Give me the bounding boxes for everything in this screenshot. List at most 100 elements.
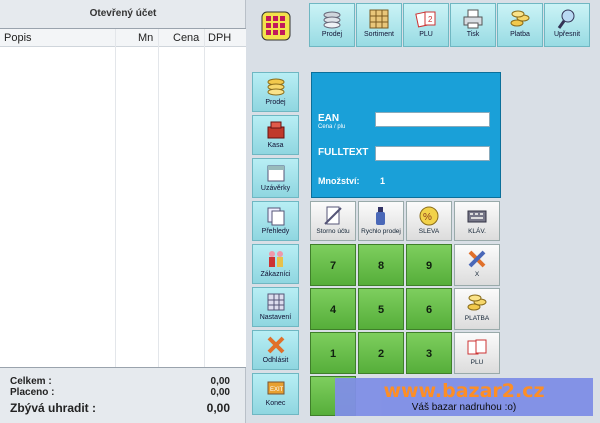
toolbar-platba-button[interactable]: Platba [497,3,543,47]
zbyva-value: 0,00 [206,401,230,415]
coins-stack-icon [510,10,530,27]
coins-icon [323,11,341,29]
input-panel: EAN Cena / plu FULLTEXT Množství: 1 [311,72,501,198]
mnozstvi-label: Množství: [318,176,360,186]
app-logo [256,6,296,46]
ean-sublabel: Cena / plu [318,124,346,130]
nav-odhlasit-button[interactable]: Odhlásit [252,330,299,370]
nav-label: Uzávěrky [260,185,291,192]
customers-icon [268,251,283,267]
receipt-panel: Otevřený účet Popis Mn Cena DPH Celkem :… [0,0,246,423]
svg-text:2: 2 [428,15,433,24]
key-1[interactable]: 1 [310,332,356,374]
x-icon [468,250,486,268]
keyboard-icon [467,210,487,223]
calendar-icon [267,165,284,182]
documents-icon [267,207,284,226]
fulltext-label: FULLTEXT [318,147,369,158]
toolbar-upresnit-button[interactable]: Upřesnit [544,3,590,47]
grid-divider [204,29,205,367]
ean-input[interactable] [375,112,490,127]
mnozstvi-value[interactable]: 1 [380,176,385,186]
bottle-icon [376,207,385,225]
shelves-icon [369,9,389,29]
printer-icon [463,9,483,29]
key-6[interactable]: 6 [406,288,452,330]
toolbar-label: Upřesnit [553,31,581,38]
fulltext-input[interactable] [375,146,490,161]
fkey-label: SLEVA [418,228,440,235]
toolbar-tisk-button[interactable]: Tisk [450,3,496,47]
nav-zakaznici-button[interactable]: Zákazníci [252,244,299,284]
storno-uctu-button[interactable]: Storno účtu [310,201,356,241]
fkey-label: KLÁV. [468,228,486,235]
key-5[interactable]: 5 [358,288,404,330]
magnifier-icon [557,9,575,29]
nav-label: Odhlásit [262,357,289,364]
plu-cards-icon: 2 [415,11,436,28]
placeno-value: 0,00 [210,387,230,398]
key-2[interactable]: 2 [358,332,404,374]
nav-uzaverky-button[interactable]: Uzávěrky [252,158,299,198]
nav-nastaveni-button[interactable]: Nastavení [252,287,299,327]
column-mn[interactable]: Mn [138,29,158,47]
plu-button[interactable]: PLU [454,332,500,374]
column-cena[interactable]: Cena [173,29,203,47]
watermark-banner: www.bazar2.cz Váš bazar nadruhou :o) [335,378,593,416]
svg-text:%: % [423,212,432,223]
storno-icon [324,206,342,225]
coins-stack-icon [467,294,487,311]
key-3[interactable]: 3 [406,332,452,374]
receipt-title: Otevřený účet [89,8,157,19]
side-key-label: X [474,271,480,278]
svg-text:EXIT: EXIT [270,387,284,393]
grid-divider [158,29,159,367]
key-4[interactable]: 4 [310,288,356,330]
coins-icon [267,78,284,96]
plu-cards-icon [467,339,487,355]
nav-kasa-button[interactable]: Kasa [252,115,299,155]
toolbar-label: PLU [419,31,433,38]
fkey-label: Rychlo prodej [361,228,401,235]
celkem-label: Celkem : [10,376,52,387]
nav-label: Konec [265,400,286,407]
register-icon [267,121,284,139]
key-9[interactable]: 9 [406,244,452,286]
column-popis[interactable]: Popis [4,29,104,47]
placeno-label: Placeno : [10,387,55,398]
percent-icon: % [419,206,439,226]
side-key-label: PLU [470,359,484,366]
platba-button[interactable]: PLATBA [454,288,500,330]
nav-prodej-button[interactable]: Prodej [252,72,299,112]
zbyva-label: Zbývá uhradit : [10,401,97,415]
sleva-button[interactable]: % SLEVA [406,201,452,241]
keypad-logo-icon [261,11,291,41]
klavesnice-button[interactable]: KLÁV. [454,201,500,241]
nav-label: Zákazníci [260,271,291,278]
ean-label: EAN [318,113,340,124]
nav-label: Prodej [265,99,286,106]
nav-label: Kasa [267,142,284,149]
toolbar-label: Tisk [466,31,480,38]
nav-prehledy-button[interactable]: Přehledy [252,201,299,241]
x-icon [267,336,284,354]
settings-grid-icon [267,293,284,311]
celkem-value: 0,00 [210,376,230,387]
exit-icon: EXIT [267,381,284,395]
toolbar-sortiment-button[interactable]: Sortiment [356,3,402,47]
x-button[interactable]: X [454,244,500,286]
toolbar-label: Platba [510,31,530,38]
receipt-grid[interactable]: Popis Mn Cena DPH [0,28,246,368]
side-key-label: PLATBA [464,315,490,322]
key-7[interactable]: 7 [310,244,356,286]
toolbar-plu-button[interactable]: 2 PLU [403,3,449,47]
toolbar-prodej-button[interactable]: Prodej [309,3,355,47]
toolbar-label: Sortiment [364,31,394,38]
nav-konec-button[interactable]: EXIT Konec [252,373,299,415]
key-8[interactable]: 8 [358,244,404,286]
toolbar-label: Prodej [321,31,343,38]
rychlo-prodej-button[interactable]: Rychlo prodej [358,201,404,241]
nav-label: Nastavení [259,314,292,321]
column-dph[interactable]: DPH [208,29,238,47]
nav-label: Přehledy [261,228,290,235]
